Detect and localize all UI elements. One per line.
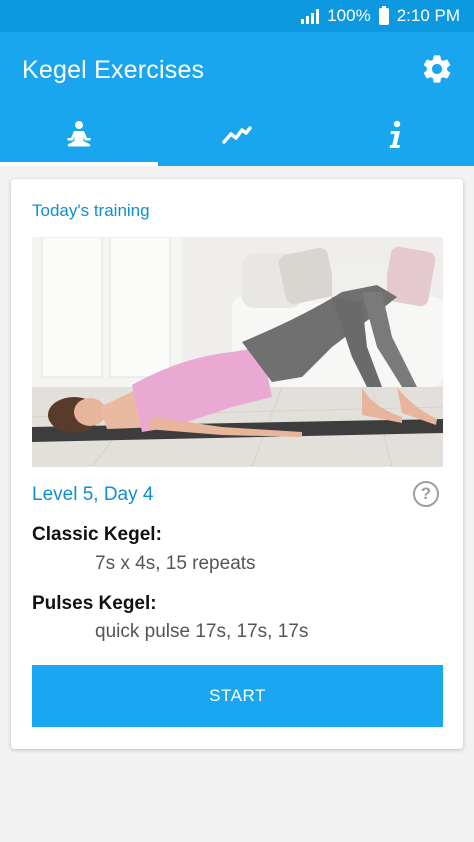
training-card: Today's training Level 5, Day 4 ? Classi… xyxy=(11,179,463,749)
exercise-detail: quick pulse 17s, 17s, 17s xyxy=(95,621,309,642)
chart-line-icon xyxy=(222,126,252,144)
battery-icon xyxy=(378,5,389,25)
status-bar: 100% 2:10 PM xyxy=(0,0,474,32)
clock: 2:10 PM xyxy=(396,6,460,25)
tab-info[interactable] xyxy=(316,104,474,166)
settings-button[interactable] xyxy=(420,52,454,86)
help-button[interactable]: ? xyxy=(413,481,439,507)
battery-percent: 100% xyxy=(327,6,371,25)
signal-icon xyxy=(301,8,320,24)
card-title: Today's training xyxy=(32,201,150,220)
exercise-name: Classic Kegel: xyxy=(32,524,162,545)
app-bar: Kegel Exercises xyxy=(0,32,474,166)
help-icon: ? xyxy=(420,484,432,503)
tab-progress[interactable] xyxy=(158,104,316,166)
tab-training[interactable] xyxy=(0,104,158,166)
gear-icon xyxy=(423,55,451,83)
exercise-detail: 7s x 4s, 15 repeats xyxy=(95,553,256,574)
exercise-name: Pulses Kegel: xyxy=(32,593,157,614)
meditation-icon xyxy=(67,121,91,147)
level-day-label: Level 5, Day 4 xyxy=(32,484,154,505)
tab-bar xyxy=(0,104,474,166)
info-icon xyxy=(389,120,401,148)
app-title: Kegel Exercises xyxy=(22,56,205,84)
start-button[interactable]: START xyxy=(32,665,443,727)
exercise-photo xyxy=(32,237,443,467)
